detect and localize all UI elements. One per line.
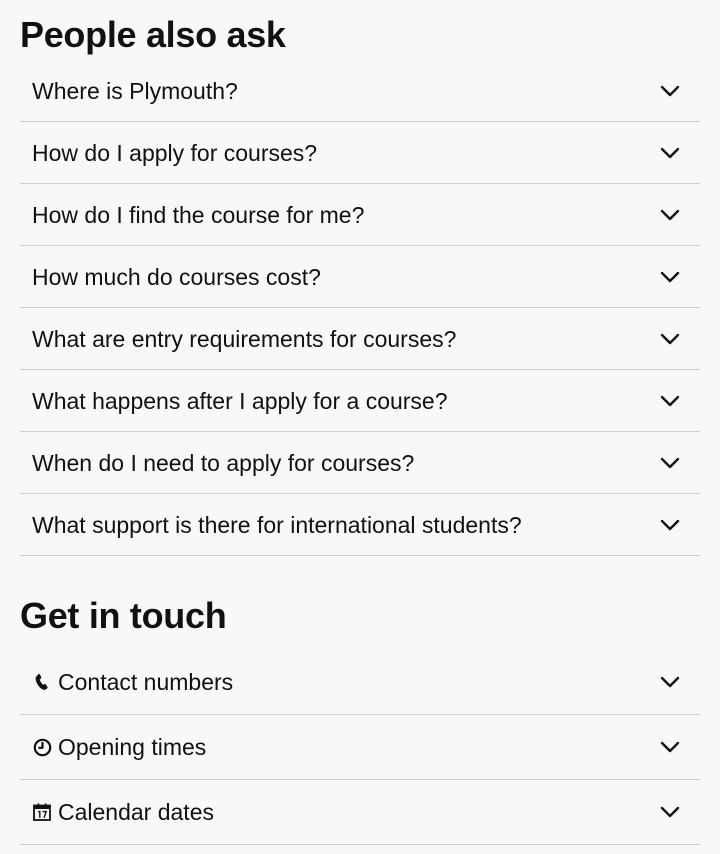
faq-question: How do I find the course for me? — [32, 201, 365, 228]
faq-item-after-apply[interactable]: What happens after I apply for a course? — [20, 370, 700, 432]
contact-item-numbers[interactable]: Contact numbers — [20, 650, 700, 715]
chevron-down-icon — [660, 737, 680, 757]
contact-item-left: Contact numbers — [32, 668, 233, 696]
faq-question: How do I apply for courses? — [32, 139, 318, 166]
faq-question: When do I need to apply for courses? — [32, 449, 415, 476]
faq-question: What are entry requirements for courses? — [32, 325, 457, 352]
calendar-icon — [32, 802, 52, 822]
contact-list: Contact numbers Opening times Calendar d… — [20, 650, 700, 845]
faq-question: What support is there for international … — [32, 511, 522, 538]
faq-question: How much do courses cost? — [32, 263, 321, 290]
phone-icon — [32, 672, 52, 692]
faq-item-international-support[interactable]: What support is there for international … — [20, 494, 700, 556]
contact-item-label: Contact numbers — [58, 669, 234, 695]
contact-heading: Get in touch — [20, 595, 227, 636]
faq-item-when-apply[interactable]: When do I need to apply for courses? — [20, 432, 700, 494]
contact-item-label: Calendar dates — [58, 799, 214, 825]
chevron-down-icon — [660, 515, 680, 535]
faq-list: Where is Plymouth? How do I apply for co… — [20, 60, 700, 556]
contact-item-left: Calendar dates — [32, 798, 214, 826]
contact-item-calendar-dates[interactable]: Calendar dates — [20, 780, 700, 845]
faq-item-where-is-plymouth[interactable]: Where is Plymouth? — [20, 60, 700, 122]
contact-item-left: Opening times — [32, 733, 206, 761]
chevron-down-icon — [660, 672, 680, 692]
faq-question: Where is Plymouth? — [32, 77, 238, 104]
faq-heading: People also ask — [20, 14, 286, 55]
chevron-down-icon — [660, 391, 680, 411]
page: People also ask Where is Plymouth? How d… — [0, 0, 720, 854]
clock-icon — [32, 737, 52, 757]
faq-item-how-to-apply[interactable]: How do I apply for courses? — [20, 122, 700, 184]
chevron-down-icon — [660, 205, 680, 225]
chevron-down-icon — [660, 81, 680, 101]
chevron-down-icon — [660, 802, 680, 822]
chevron-down-icon — [660, 143, 680, 163]
chevron-down-icon — [660, 267, 680, 287]
contact-item-label: Opening times — [58, 734, 207, 760]
faq-item-course-cost[interactable]: How much do courses cost? — [20, 246, 700, 308]
faq-question: What happens after I apply for a course? — [32, 387, 448, 414]
chevron-down-icon — [660, 453, 680, 473]
faq-item-find-course[interactable]: How do I find the course for me? — [20, 184, 700, 246]
chevron-down-icon — [660, 329, 680, 349]
faq-item-entry-requirements[interactable]: What are entry requirements for courses? — [20, 308, 700, 370]
contact-item-opening-times[interactable]: Opening times — [20, 715, 700, 780]
